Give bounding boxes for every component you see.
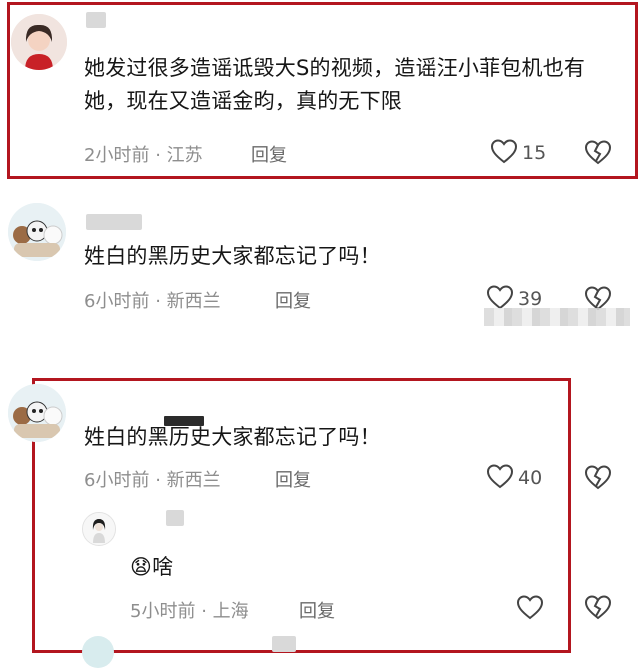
meta-separator: · — [155, 470, 161, 491]
reply-button[interactable]: 回复 — [251, 141, 287, 167]
like-count: 15 — [522, 142, 547, 164]
comment-time: 6小时前 — [84, 291, 150, 312]
reply-button[interactable]: 回复 — [275, 466, 311, 492]
heart-outline-icon — [516, 594, 544, 624]
comment-text: 姓白的黑历史大家都忘记了吗！ — [84, 244, 381, 268]
heart-outline-icon — [490, 138, 518, 168]
mosaic-blur-overlay — [484, 308, 630, 326]
avatar[interactable] — [82, 512, 116, 546]
comment-location: 新西兰 — [166, 470, 221, 491]
comment-meta: 6小时前 · 新西兰 — [84, 287, 221, 313]
like-count: 39 — [518, 288, 543, 310]
like-count: 40 — [518, 467, 543, 489]
like-button[interactable]: 15 — [490, 139, 546, 167]
dislike-button[interactable] — [584, 464, 612, 494]
dislike-button[interactable] — [584, 594, 612, 624]
username-blurred[interactable] — [86, 12, 106, 28]
comment-meta: 2小时前 · 江苏 — [84, 141, 203, 167]
broken-heart-icon — [584, 464, 612, 494]
like-button[interactable]: 40 — [486, 464, 542, 492]
comment-location: 江苏 — [166, 145, 203, 166]
broken-heart-icon — [584, 139, 612, 169]
meta-separator: · — [201, 601, 207, 622]
comment-time: 2小时前 — [84, 145, 150, 166]
avatar[interactable] — [11, 14, 67, 70]
comment-text: 姓白的黑历史大家都忘记了吗！ — [84, 425, 381, 449]
reply-text: 😧啥 — [130, 551, 550, 584]
heart-outline-icon — [486, 463, 514, 493]
avatar-image — [8, 384, 66, 442]
comment-location: 新西兰 — [166, 291, 221, 312]
reply-button[interactable]: 回复 — [299, 597, 335, 623]
emoji-icon: 😧 — [130, 555, 153, 579]
reply-location: 上海 — [212, 601, 249, 622]
comment-meta: 6小时前 · 新西兰 — [84, 466, 221, 492]
username-blurred[interactable] — [86, 214, 142, 230]
like-button[interactable] — [516, 594, 544, 624]
broken-heart-icon — [584, 594, 612, 624]
avatar[interactable] — [8, 203, 66, 261]
reply-button[interactable]: 回复 — [275, 287, 311, 313]
avatar[interactable] — [8, 384, 66, 442]
avatar[interactable] — [82, 636, 114, 668]
username-blurred[interactable] — [272, 636, 296, 652]
meta-separator: · — [155, 291, 161, 312]
dislike-button[interactable] — [584, 139, 612, 169]
reply-time: 5小时前 — [130, 601, 196, 622]
avatar-image — [8, 203, 66, 261]
reply-meta: 5小时前 · 上海 — [130, 597, 249, 623]
meta-separator: · — [155, 145, 161, 166]
comment-text: 她发过很多造谣诋毁大S的视频，造谣汪小菲包机也有她，现在又造谣金昀，真的无下限 — [84, 56, 586, 113]
username-blurred[interactable] — [166, 510, 184, 526]
comment-time: 6小时前 — [84, 470, 150, 491]
avatar-image — [83, 513, 115, 545]
avatar-image — [11, 14, 67, 70]
reply-content: 啥 — [152, 555, 174, 579]
